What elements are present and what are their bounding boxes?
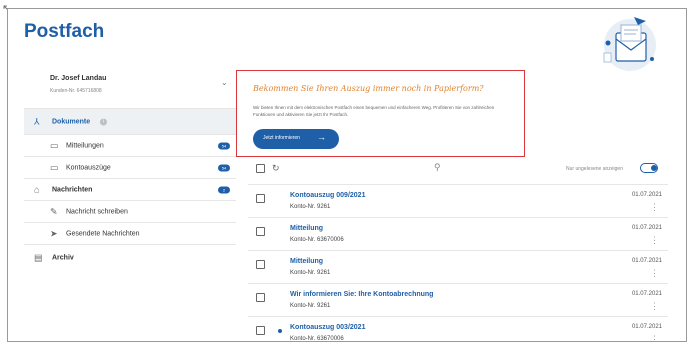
document-title[interactable]: Kontoauszug 003/2021 [290,324,365,331]
button-label: Jetzt informieren [263,135,300,141]
send-icon: ➤ [50,228,58,238]
sidebar-item-label: Nachricht schreiben [66,208,128,215]
select-all-checkbox[interactable] [256,164,265,173]
sidebar-item-label: Mitteilungen [66,142,104,149]
account-number: Konto-Nr. 63670006 [290,336,344,342]
info-icon[interactable]: i [100,118,107,125]
refresh-icon[interactable]: ↻ [272,163,280,174]
table-row[interactable]: Mitteilung Konto-Nr. 9261 01.07.2021 ⋮ [248,250,668,283]
row-checkbox[interactable] [256,326,265,335]
folder-icon: ▭ [50,140,59,150]
sidebar-item-label: Dokumente [52,118,91,125]
document-title[interactable]: Mitteilung [290,258,323,265]
table-row[interactable]: Kontoauszug 009/2021 Konto-Nr. 9261 01.0… [248,184,668,217]
sidebar-item-gesendete-nachrichten[interactable]: ➤ Gesendete Nachrichten [24,223,236,245]
sidebar-item-nachrichten[interactable]: ⌂ Nachrichten 2 [24,179,236,201]
document-date: 01.07.2021 [631,291,662,297]
promo-text: Wir bieten Ihnen mit dem elektronischen … [253,105,495,117]
document-title[interactable]: Mitteilung [290,225,323,232]
sidebar-item-label: Archiv [52,254,74,262]
document-date: 01.07.2021 [631,192,662,198]
sidebar-item-mitteilungen[interactable]: ▭ Mitteilungen 54 [24,135,236,157]
account-number: Konto-Nr. 9261 [290,270,331,276]
account-number: Konto-Nr. 63670006 [290,237,344,243]
sidebar: Dr. Josef Landau Kunden-Nr. 645716808 ⌄ … [24,67,236,271]
page-title: Postfach [24,21,105,42]
list-toolbar: ↻ ⚲ Nur ungelesene anzeigen [248,159,668,179]
customer-number: Kunden-Nr. 645716808 [50,88,102,94]
document-list: Kontoauszug 009/2021 Konto-Nr. 9261 01.0… [248,184,668,342]
archive-icon: ▤ [34,252,43,263]
toggle-knob [651,165,657,171]
table-row[interactable]: Mitteilung Konto-Nr. 63670006 01.07.2021… [248,217,668,250]
more-options-icon[interactable]: ⋮ [650,301,659,312]
document-title[interactable]: Kontoauszug 009/2021 [290,192,365,199]
postfach-window: Postfach Dr. Josef Landau Kunden-Nr. 645… [7,8,687,342]
search-icon[interactable]: ⚲ [434,162,441,173]
sidebar-item-label: Nachrichten [52,186,93,193]
sidebar-item-label: Gesendete Nachrichten [66,230,140,237]
sidebar-item-nachricht-schreiben[interactable]: ✎ Nachricht schreiben [24,201,236,223]
compose-icon: ✎ [50,206,58,216]
user-card[interactable]: Dr. Josef Landau Kunden-Nr. 645716808 ⌄ [24,67,236,109]
unread-only-toggle[interactable] [640,163,658,173]
more-options-icon[interactable]: ⋮ [650,235,659,246]
sidebar-item-archiv[interactable]: ▤ Archiv [24,245,236,271]
paper-statement-promo-banner: Bekommen Sie Ihren Auszug immer noch in … [236,70,525,157]
sidebar-item-dokumente[interactable]: ⅄ Dokumente i [24,109,236,135]
jetzt-informieren-button[interactable]: Jetzt informieren → [253,129,339,149]
table-row[interactable]: Wir informieren Sie: Ihre Kontoabrechnun… [248,283,668,316]
account-number: Konto-Nr. 9261 [290,303,331,309]
row-checkbox[interactable] [256,260,265,269]
document-title[interactable]: Wir informieren Sie: Ihre Kontoabrechnun… [290,291,433,298]
table-row[interactable]: Kontoauszug 003/2021 Konto-Nr. 63670006 … [248,316,668,342]
user-name: Dr. Josef Landau [50,75,107,82]
more-options-icon[interactable]: ⋮ [650,202,659,213]
row-checkbox[interactable] [256,194,265,203]
unread-dot-icon [278,329,282,333]
arrow-right-icon: → [317,132,326,142]
unread-count-badge: 54 [218,164,230,171]
promo-title: Bekommen Sie Ihren Auszug immer noch in … [253,84,484,93]
more-options-icon[interactable]: ⋮ [650,334,659,341]
unread-count-badge: 54 [218,142,230,149]
sidebar-item-kontoauszuege[interactable]: ▭ Kontoauszüge 54 [24,157,236,179]
document-date: 01.07.2021 [631,258,662,264]
document-date: 01.07.2021 [631,225,662,231]
row-checkbox[interactable] [256,227,265,236]
more-options-icon[interactable]: ⋮ [650,268,659,279]
sidebar-item-label: Kontoauszüge [66,164,111,171]
document-icon: ⅄ [34,116,40,126]
document-date: 01.07.2021 [631,324,662,330]
row-checkbox[interactable] [256,293,265,302]
chevron-down-icon[interactable]: ⌄ [221,78,228,87]
inbox-icon: ⌂ [34,184,40,194]
mail-envelope-illustration [603,17,656,71]
unread-only-label: Nur ungelesene anzeigen [566,166,623,172]
account-number: Konto-Nr. 9261 [290,204,331,210]
folder-icon: ▭ [50,162,59,172]
unread-count-badge: 2 [218,186,230,193]
